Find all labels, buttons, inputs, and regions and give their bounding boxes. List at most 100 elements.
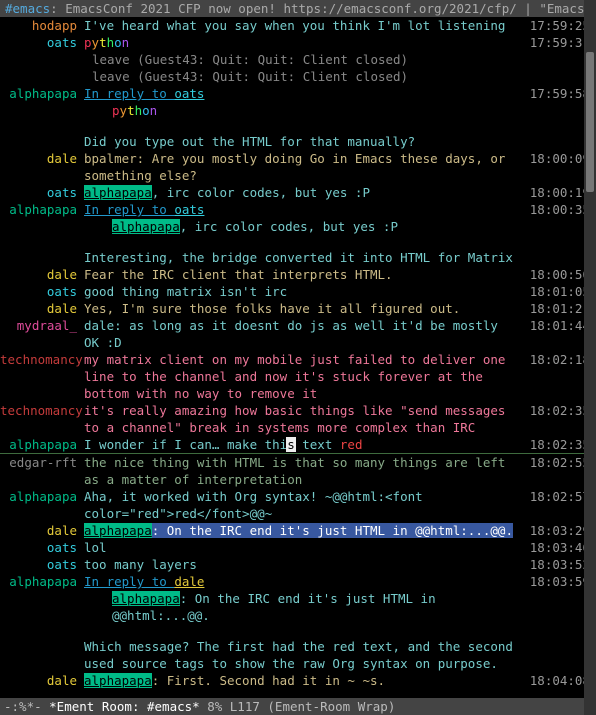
message-text: bpalmer: Are you mostly doing Go in Emac…: [84, 151, 505, 183]
message-text: : First. Second had it in ~ ~s.: [152, 673, 385, 688]
message-text: lol: [84, 540, 107, 555]
timestamp: 18:04:08: [525, 672, 590, 689]
chat-line: oatstoo many layers18:03:52: [0, 556, 596, 573]
nick-column[interactable]: dale: [0, 300, 84, 317]
chat-line: oatsalphapapa, irc color codes, but yes …: [0, 184, 596, 201]
selected-message: alphapapa: On the IRC end it's just HTML…: [84, 523, 513, 538]
timestamp: [525, 249, 590, 266]
reply-to-nick[interactable]: oats: [174, 202, 204, 217]
rainbow-text: python: [112, 103, 157, 118]
message-body: it's really amazing how basic things lik…: [84, 402, 525, 436]
rainbow-text: python: [84, 35, 129, 50]
timestamp: 18:01:05: [525, 283, 590, 300]
nick-column[interactable]: technomancy: [0, 351, 84, 402]
nick-mention[interactable]: alphapapa: [84, 523, 152, 538]
nick-column[interactable]: oats: [0, 556, 84, 573]
message-body: I've heard what you say when you think I…: [84, 17, 525, 34]
message-body: In reply to dalealphapapa: On the IRC en…: [84, 573, 525, 624]
message-body: alphapapa, irc color codes, but yes :P: [84, 184, 525, 201]
message-body: Interesting, the bridge converted it int…: [84, 249, 525, 266]
chat-line: Which message? The first had the red tex…: [0, 638, 596, 672]
message-body: my matrix client on my mobile just faile…: [84, 351, 525, 402]
message-body: Fear the IRC client that interprets HTML…: [84, 266, 525, 283]
message-text: , irc color codes, but yes :P: [180, 219, 398, 234]
reply-quote: alphapapa: On the IRC end it's just HTML…: [84, 590, 520, 624]
message-text: Fear the IRC client that interprets HTML…: [84, 267, 393, 282]
chat-line: mydraal_dale: as long as it doesnt do js…: [0, 317, 596, 351]
nick-column[interactable]: alphapapa: [0, 488, 84, 522]
nick-column[interactable]: alphapapa: [0, 573, 84, 624]
nick-column[interactable]: oats: [0, 283, 84, 300]
chat-line: edgar-rftthe nice thing with HTML is tha…: [0, 454, 596, 488]
timestamp: 18:00:19: [525, 184, 590, 201]
chat-line: dalealphapapa: First. Second had it in ~…: [0, 672, 596, 689]
chat-line: oatsgood thing matrix isn't irc 18:01:05: [0, 283, 596, 300]
chat-log[interactable]: hodappI've heard what you say when you t…: [0, 17, 596, 697]
message-text: leave (Guest43: Quit: Quit: Client close…: [92, 52, 408, 67]
chat-line: alphapapaIn reply to oatspython17:59:58: [0, 85, 596, 119]
message-text: text: [295, 437, 340, 452]
message-body: Did you type out the HTML for that manua…: [84, 133, 525, 150]
nick-column[interactable]: alphapapa: [0, 436, 84, 453]
timestamp: [525, 638, 590, 672]
message-text: good thing matrix isn't irc: [84, 284, 287, 299]
message-body: alphapapa: First. Second had it in ~ ~s.: [84, 672, 525, 689]
chat-line: leave (Guest43: Quit: Quit: Client close…: [0, 51, 596, 68]
nick-column[interactable]: alphapapa: [0, 201, 84, 235]
timestamp: 18:03:59: [525, 573, 590, 624]
nick-mention[interactable]: alphapapa: [112, 591, 180, 606]
timestamp: 18:01:21: [525, 300, 590, 317]
reply-header[interactable]: In reply to: [84, 86, 174, 101]
nick-column[interactable]: dale: [0, 266, 84, 283]
reply-header[interactable]: In reply to: [84, 574, 174, 589]
message-text: Which message? The first had the red tex…: [84, 639, 513, 671]
nick-column[interactable]: alphapapa: [0, 85, 84, 119]
message-text: I wonder if I can… make thi: [84, 437, 287, 452]
timestamp: 18:00:50: [525, 266, 590, 283]
message-text: Did you type out the HTML for that manua…: [84, 134, 415, 149]
modeline-info: 8% L117 (Ement-Room Wrap): [200, 699, 396, 714]
timestamp: 17:59:25: [525, 17, 590, 34]
nick-column[interactable]: dale: [0, 522, 84, 539]
nick-column[interactable]: oats: [0, 539, 84, 556]
reply-quote: python: [84, 102, 520, 119]
timestamp: 18:03:29: [525, 522, 590, 539]
message-body: dale: as long as it doesnt do js as well…: [84, 317, 525, 351]
nick-column[interactable]: oats: [0, 34, 84, 51]
modeline-left: -:%*-: [4, 699, 49, 714]
message-text: Aha, it worked with Org syntax! ~@@html:…: [84, 489, 423, 521]
message-body: Which message? The first had the red tex…: [84, 638, 525, 672]
message-body: python: [84, 34, 525, 51]
timestamp: 18:03:52: [525, 556, 590, 573]
timestamp: [525, 51, 590, 68]
nick-column[interactable]: mydraal_: [0, 317, 84, 351]
message-text: Interesting, the bridge converted it int…: [84, 250, 513, 265]
reply-to-nick[interactable]: oats: [174, 86, 204, 101]
timestamp: 18:00:09: [525, 150, 590, 184]
nick-mention[interactable]: alphapapa: [84, 185, 152, 200]
nick-column[interactable]: dale: [0, 672, 84, 689]
message-body: bpalmer: Are you mostly doing Go in Emac…: [84, 150, 525, 184]
channel-name[interactable]: #emacs: [5, 1, 50, 16]
scrollbar-thumb[interactable]: [586, 52, 594, 192]
nick-mention[interactable]: alphapapa: [84, 673, 152, 688]
timestamp: 18:03:46: [525, 539, 590, 556]
nick-column[interactable]: hodapp: [0, 17, 84, 34]
message-text: the nice thing with HTML is that so many…: [84, 455, 505, 487]
nick-column[interactable]: dale: [0, 150, 84, 184]
chat-line: dalealphapapa: On the IRC end it's just …: [0, 522, 596, 539]
nick-column: [0, 68, 84, 85]
reply-quote: alphapapa, irc color codes, but yes :P: [84, 218, 520, 235]
scrollbar[interactable]: [584, 0, 596, 715]
reply-to-nick[interactable]: dale: [174, 574, 204, 589]
nick-column[interactable]: technomancy: [0, 402, 84, 436]
reply-header[interactable]: In reply to: [84, 202, 174, 217]
message-text: I've heard what you say when you think I…: [84, 18, 505, 33]
timestamp: 18:01:44: [525, 317, 590, 351]
nick-mention[interactable]: alphapapa: [112, 219, 180, 234]
message-text: dale: as long as it doesnt do js as well…: [84, 318, 498, 350]
nick-column[interactable]: oats: [0, 184, 84, 201]
nick-column[interactable]: edgar-rft: [0, 454, 84, 488]
chat-line: leave (Guest43: Quit: Quit: Client close…: [0, 68, 596, 85]
message-body: In reply to oatsalphapapa, irc color cod…: [84, 201, 525, 235]
